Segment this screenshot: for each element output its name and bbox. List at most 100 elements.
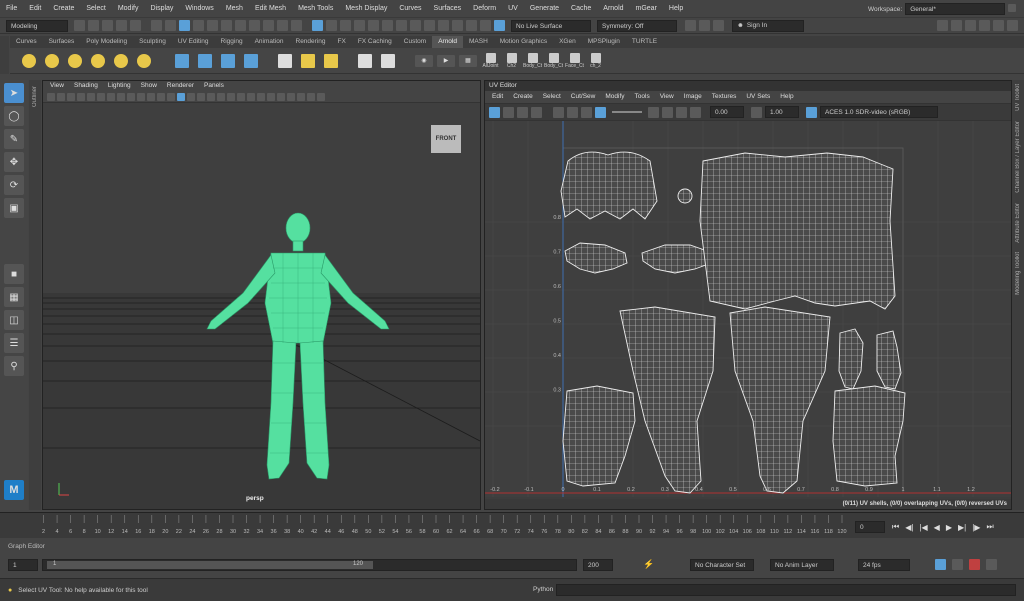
safe-title-icon[interactable] (167, 92, 175, 101)
area-light-icon[interactable] (22, 53, 36, 68)
uv-menu-help[interactable]: Help (775, 91, 798, 103)
viewport-canvas[interactable] (43, 103, 480, 509)
bookmarks-icon[interactable] (67, 92, 75, 101)
shelf-button-4[interactable]: Face_Ct (565, 52, 584, 69)
go-to-end-icon[interactable]: ⏭ (986, 522, 993, 532)
photometric-light-icon[interactable] (68, 53, 82, 68)
snap-view-plane-icon[interactable] (354, 20, 365, 31)
play-icon[interactable]: ▶ (437, 54, 455, 67)
range-slider-handle[interactable] (47, 561, 373, 569)
uv-snapshot-icon[interactable] (553, 106, 564, 118)
uv-menu-cut-sew[interactable]: Cut/Sew (566, 91, 601, 103)
toggle-uv-toolkit-icon[interactable] (965, 20, 976, 31)
uv-gamma-field[interactable]: 1.00 (765, 106, 799, 118)
key-settings-icon[interactable] (969, 559, 980, 570)
menu-file[interactable]: File (0, 0, 23, 18)
graph-editor-label[interactable]: Graph Editor (0, 542, 1024, 552)
anim-layer-dropdown[interactable]: No Anim Layer (770, 559, 834, 571)
lock-icon[interactable] (1008, 4, 1016, 12)
shelf-tab-animation[interactable]: Animation (249, 36, 290, 48)
toggle-layer-editor-icon[interactable] (979, 20, 990, 31)
uv-canvas[interactable]: -0.2 -0.1 0 0.1 0.2 0.3 0.4 0.5 0.6 0.7 0.8 0.9 1 1.1… (485, 121, 1011, 497)
menu-set-dropdown[interactable]: Modeling (6, 19, 68, 32)
physical-sky-icon[interactable] (114, 53, 128, 68)
right-tab-channel-box-layer-editor[interactable]: Channel Box / Layer Editor (1015, 121, 1021, 193)
select-by-dynamic-icon[interactable] (263, 20, 274, 31)
component-mode-icon[interactable] (179, 20, 190, 31)
select-by-curve-icon[interactable] (221, 20, 232, 31)
menu-mesh-tools[interactable]: Mesh Tools (292, 0, 339, 18)
construction-history-icon[interactable] (466, 20, 477, 31)
resolution-gate-icon[interactable] (127, 92, 135, 101)
viewport-menu-shading[interactable]: Shading (69, 81, 103, 91)
redo-icon[interactable] (130, 20, 141, 31)
shelf-button-3[interactable]: Body_Ct (544, 52, 563, 69)
menu-mesh-display[interactable]: Mesh Display (339, 0, 393, 18)
skydome-light-icon[interactable] (91, 53, 105, 68)
uv-menu-view[interactable]: View (655, 91, 679, 103)
toggle-shelf-icon[interactable] (993, 20, 1004, 31)
export-standin-icon[interactable] (221, 53, 235, 68)
uv-exposure-field[interactable]: 0.00 (710, 106, 744, 118)
image-plane-icon[interactable] (77, 92, 85, 101)
outliner-strip[interactable]: Outliner (29, 80, 41, 510)
select-by-handle-icon[interactable] (193, 20, 204, 31)
range-slider[interactable]: 1 120 (42, 559, 577, 571)
step-back-frame-icon[interactable]: |◀ (919, 523, 927, 532)
right-tab-uv-toolkit[interactable]: UV Toolkit (1015, 84, 1021, 111)
shelf-tab-poly-modeling[interactable]: Poly Modeling (80, 36, 133, 48)
joint-display-icon[interactable] (358, 53, 372, 68)
sign-in-dropdown[interactable]: ☻ Sign In (732, 19, 804, 32)
grid-toggle-icon[interactable] (107, 92, 115, 101)
new-scene-icon[interactable] (74, 20, 85, 31)
menu-help[interactable]: Help (663, 0, 689, 18)
uv-texture-borders-icon[interactable] (503, 106, 514, 118)
shelf-button-0[interactable]: AllJoint (481, 52, 500, 69)
standin-icon[interactable] (175, 53, 189, 68)
animation-end-field[interactable]: 200 (583, 559, 613, 571)
shelf-tab-turtle[interactable]: TURTLE (626, 36, 663, 48)
make-live-icon[interactable] (368, 20, 379, 31)
shelf-tab-mash[interactable]: MASH (463, 36, 494, 48)
uv-menu-tools[interactable]: Tools (630, 91, 655, 103)
uv-pixel-snap-icon[interactable] (581, 106, 592, 118)
animation-prefs-icon[interactable] (986, 559, 997, 570)
rotate-tool-icon[interactable]: ⟳ (4, 175, 24, 195)
checker-icon[interactable] (278, 53, 292, 68)
go-to-start-icon[interactable]: ⏮ (892, 522, 899, 532)
time-slider[interactable]: 2 4 6 8 10 12 14 16 18 20 22 24 26 28 30 32 34 36 38 40 42 44… (0, 512, 1024, 538)
view-cube[interactable]: FRONT (431, 125, 461, 153)
uv-shell-eye[interactable] (677, 188, 693, 204)
character-set-dropdown[interactable]: No Character Set (690, 559, 754, 571)
uv-filter-icon[interactable] (648, 106, 659, 118)
uv-menu-edit[interactable]: Edit (487, 91, 508, 103)
menu-generate[interactable]: Generate (524, 0, 565, 18)
uv-menu-create[interactable]: Create (508, 91, 538, 103)
uv-gamma-icon[interactable] (751, 106, 762, 118)
shelf-tab-fx[interactable]: FX (332, 36, 352, 48)
viewport-menu-lighting[interactable]: Lighting (103, 81, 136, 91)
uv-shell-arm-right[interactable] (832, 385, 906, 487)
shelf-tab-xgen[interactable]: XGen (553, 36, 582, 48)
shelf-tab-rendering[interactable]: Rendering (290, 36, 332, 48)
menu-mgear[interactable]: mGear (630, 0, 663, 18)
viewport-menu-show[interactable]: Show (136, 81, 162, 91)
render-icon[interactable] (396, 20, 407, 31)
eye-icon[interactable]: ◉ (415, 54, 433, 67)
shelf-button-5[interactable]: ch_2 (586, 52, 605, 69)
uv-menu-modify[interactable]: Modify (600, 91, 629, 103)
exposure-icon[interactable] (307, 92, 315, 101)
menu-surfaces[interactable]: Surfaces (428, 0, 468, 18)
menu-curves[interactable]: Curves (393, 0, 427, 18)
menu-arnold[interactable]: Arnold (597, 0, 629, 18)
uv-exposure-icon[interactable] (690, 106, 701, 118)
ambient-occlusion-icon[interactable] (237, 92, 245, 101)
uv-shaded-icon[interactable] (489, 106, 500, 118)
menu-deform[interactable]: Deform (467, 0, 502, 18)
open-scene-icon[interactable] (88, 20, 99, 31)
uv-menu-uv-sets[interactable]: UV Sets (741, 91, 775, 103)
toggle-attribute-editor-icon[interactable] (699, 20, 710, 31)
select-camera-icon[interactable] (47, 92, 55, 101)
xray-icon[interactable] (287, 92, 295, 101)
uv-menu-image[interactable]: Image (679, 91, 707, 103)
